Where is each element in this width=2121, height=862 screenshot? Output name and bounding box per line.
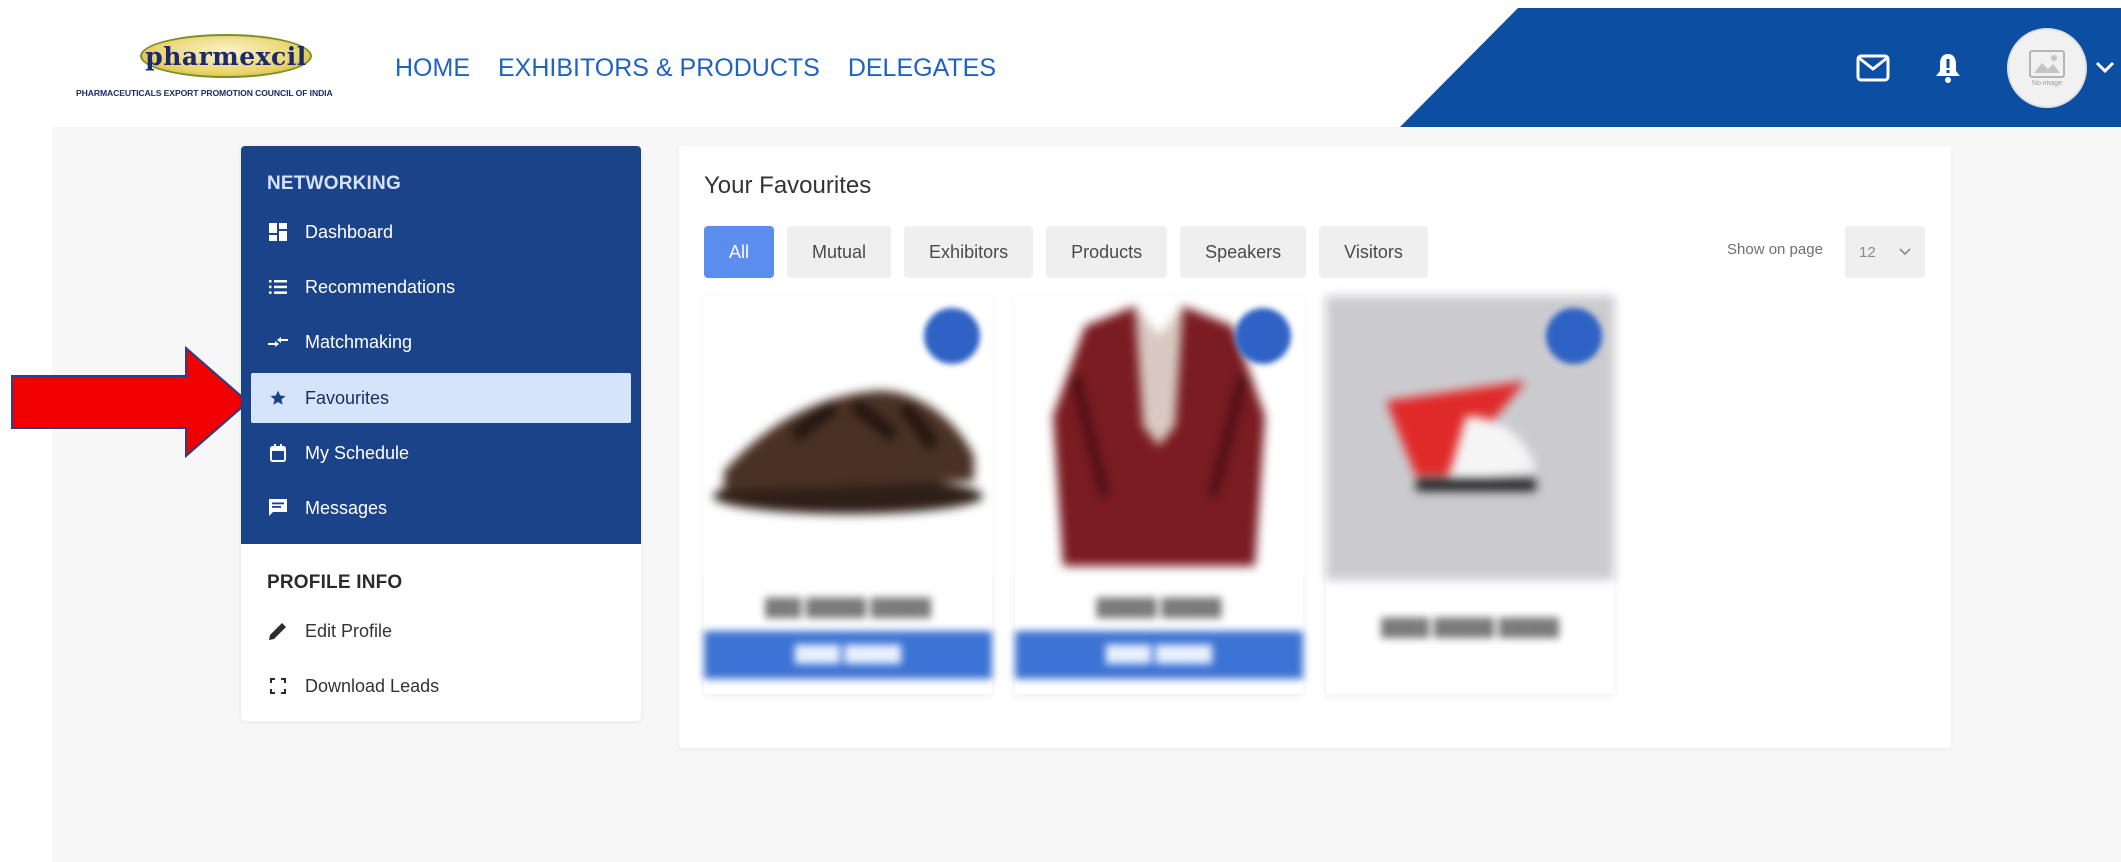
chat-icon xyxy=(267,497,289,519)
networking-sidebar: NETWORKING Dashboard Recommendations Mat… xyxy=(241,146,641,721)
avatar-placeholder-text: No image xyxy=(2032,79,2062,87)
tab-visitors[interactable]: Visitors xyxy=(1319,226,1428,278)
favourites-filter-tabs: All Mutual Exhibitors Products Speakers … xyxy=(704,226,1441,278)
nav-home[interactable]: HOME xyxy=(395,52,470,84)
sidebar-item-label: Recommendations xyxy=(305,276,456,297)
sidebar-item-download-leads[interactable]: Download Leads xyxy=(251,661,631,711)
sidebar-item-label: Messages xyxy=(305,497,388,518)
logo-word: pharmexcil xyxy=(145,41,307,71)
sidebar-item-label: Dashboard xyxy=(305,221,394,242)
tab-speakers[interactable]: Speakers xyxy=(1180,226,1307,278)
product-action-button[interactable]: ████ █████ xyxy=(704,631,992,679)
sidebar-item-recommendations[interactable]: Recommendations xyxy=(251,262,631,312)
favourite-card[interactable]: ████ █████ █████ xyxy=(1326,296,1614,694)
nav-delegates[interactable]: DELEGATES xyxy=(848,52,996,84)
bell-icon[interactable] xyxy=(1928,48,1968,88)
logo-tagline: PHARMACEUTICALS EXPORT PROMOTION COUNCIL… xyxy=(76,88,333,98)
profile-info-heading: PROFILE INFO xyxy=(267,572,403,593)
tab-exhibitors[interactable]: Exhibitors xyxy=(904,226,1034,278)
sidebar-item-label: Favourites xyxy=(305,387,390,408)
favourite-card[interactable]: █████ █████ ████ █████ xyxy=(1015,296,1303,694)
chevron-down-icon xyxy=(1899,248,1911,256)
tab-mutual[interactable]: Mutual xyxy=(787,226,892,278)
tab-all[interactable]: All xyxy=(704,226,775,278)
sidebar-item-label: Matchmaking xyxy=(305,331,413,352)
tab-products[interactable]: Products xyxy=(1046,226,1168,278)
fullscreen-brackets-icon xyxy=(267,675,289,697)
product-title: █████ █████ xyxy=(1096,598,1222,617)
sidebar-item-label: Edit Profile xyxy=(305,620,393,641)
product-action-button[interactable]: ████ █████ xyxy=(1015,631,1303,679)
networking-heading: NETWORKING xyxy=(267,173,401,194)
sidebar-item-my-schedule[interactable]: My Schedule xyxy=(251,428,631,478)
page-title: Your Favourites xyxy=(704,172,872,199)
logo-emblem: pharmexcil xyxy=(140,34,312,78)
dashboard-icon xyxy=(267,221,289,243)
sidebar-item-favourites[interactable]: Favourites xyxy=(251,373,631,423)
sidebar-item-messages[interactable]: Messages xyxy=(251,483,631,533)
show-on-page-value: 12 xyxy=(1859,243,1876,261)
favourite-card[interactable]: ███ █████ █████ ████ █████ xyxy=(704,296,992,694)
sidebar-item-label: Download Leads xyxy=(305,675,440,696)
favourites-panel: Your Favourites All Mutual Exhibitors Pr… xyxy=(679,146,1951,748)
user-avatar[interactable]: No image xyxy=(2007,28,2087,108)
favourite-toggle-icon[interactable] xyxy=(1235,308,1291,364)
pencil-icon xyxy=(267,620,289,642)
exhibitor-title: ████ █████ █████ xyxy=(1380,618,1560,637)
show-on-page-label: Show on page xyxy=(1727,241,1823,258)
show-on-page-select[interactable]: 12 xyxy=(1845,226,1925,278)
red-arrow-icon xyxy=(11,346,250,458)
pharmexcil-logo[interactable]: pharmexcil PHARMACEUTICALS EXPORT PROMOT… xyxy=(76,32,380,102)
main-nav: HOME EXHIBITORS & PRODUCTS DELEGATES xyxy=(395,52,1024,84)
top-header: pharmexcil PHARMACEUTICALS EXPORT PROMOT… xyxy=(0,0,2121,127)
sidebar-item-dashboard[interactable]: Dashboard xyxy=(251,207,631,257)
nav-exhibitors-products[interactable]: EXHIBITORS & PRODUCTS xyxy=(498,52,820,84)
avatar-image-icon xyxy=(2029,49,2065,78)
sidebar-item-label: My Schedule xyxy=(305,442,410,463)
mail-icon[interactable] xyxy=(1853,48,1893,88)
list-icon xyxy=(267,276,289,298)
favourite-toggle-icon[interactable] xyxy=(924,308,980,364)
swap-arrows-icon xyxy=(267,331,289,353)
sidebar-item-edit-profile[interactable]: Edit Profile xyxy=(251,606,631,656)
product-title: ███ █████ █████ xyxy=(764,598,932,617)
chevron-down-icon[interactable] xyxy=(2094,58,2116,76)
favourite-toggle-icon[interactable] xyxy=(1546,308,1602,364)
sidebar-item-matchmaking[interactable]: Matchmaking xyxy=(251,317,631,367)
calendar-icon xyxy=(267,442,289,464)
star-icon xyxy=(267,387,289,409)
